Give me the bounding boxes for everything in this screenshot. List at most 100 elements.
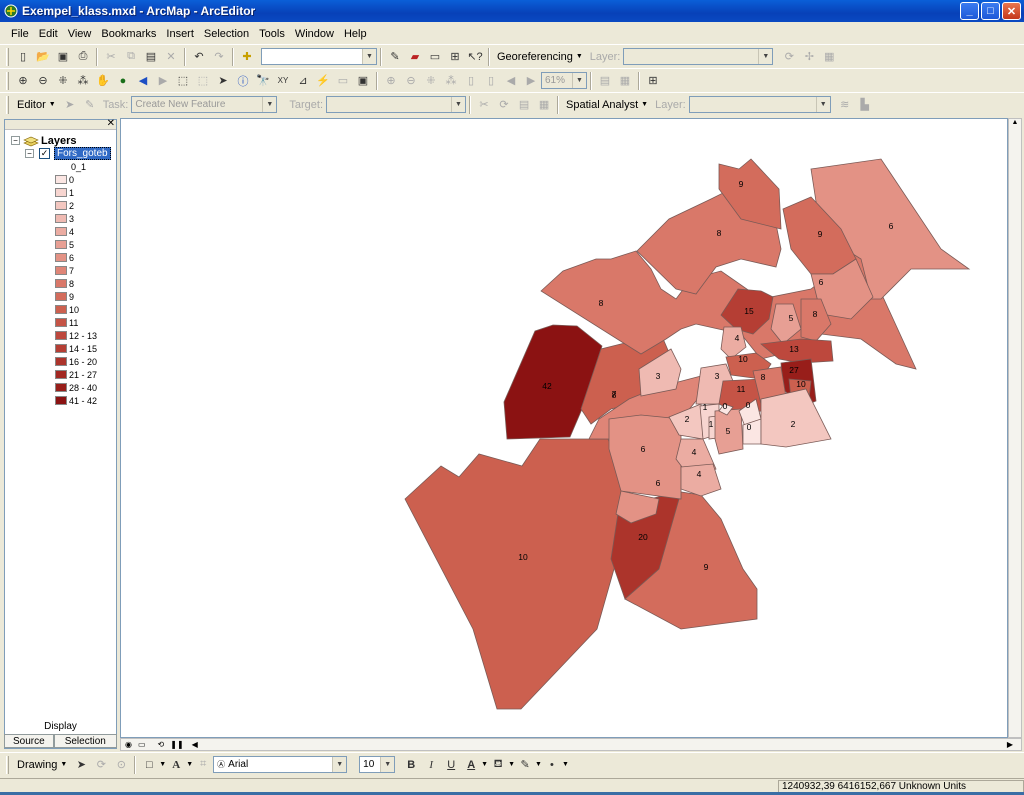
vertical-scrollbar[interactable]: ▲ bbox=[1008, 118, 1022, 738]
data-view-icon[interactable]: ◉ bbox=[125, 740, 132, 749]
layout-zoom-in-icon[interactable]: ⊕ bbox=[381, 71, 401, 91]
new-icon[interactable]: ▯ bbox=[13, 47, 33, 67]
arctoolbox-icon[interactable]: ▰ bbox=[405, 47, 425, 67]
rotate-tool-icon[interactable]: ⟳ bbox=[494, 95, 514, 115]
menu-view[interactable]: View bbox=[63, 28, 97, 40]
maximize-button[interactable]: □ bbox=[981, 2, 1000, 20]
map-view[interactable]: 42 10 20 9 8 8 8 9 6 9 6 7 3 6 6 4 4 15 5 8 13 4 10 3 27 10 11 8 2 1 1… bbox=[120, 118, 1008, 738]
georef-layer-combo[interactable]: ▼ bbox=[623, 48, 774, 65]
cut-icon[interactable]: ✂ bbox=[101, 47, 121, 67]
display-tab[interactable]: Display bbox=[4, 721, 117, 734]
redo-icon[interactable]: ↷ bbox=[209, 47, 229, 67]
legend-item[interactable]: 10 bbox=[5, 303, 116, 316]
menu-file[interactable]: File bbox=[6, 28, 34, 40]
whats-this-icon[interactable]: ↖? bbox=[465, 47, 485, 67]
map-canvas[interactable]: 42102098889696736644155 81341032710118211… bbox=[121, 119, 1008, 738]
menu-edit[interactable]: Edit bbox=[34, 28, 63, 40]
legend-swatch[interactable] bbox=[55, 357, 67, 366]
fill-color-icon[interactable]: ⛾ bbox=[488, 755, 508, 775]
font-size-combo[interactable]: 10 ▼ bbox=[359, 756, 396, 773]
html-popup-icon[interactable]: ▭ bbox=[333, 71, 353, 91]
map-polygon[interactable] bbox=[608, 414, 682, 500]
clear-selection-icon[interactable]: ⬚ bbox=[193, 71, 213, 91]
toc-close-icon[interactable]: ✕ bbox=[107, 118, 115, 129]
georeferencing-menu[interactable]: Georeferencing ▼ bbox=[493, 51, 587, 63]
zoom-100-icon[interactable]: ▯ bbox=[481, 71, 501, 91]
editor-menu[interactable]: Editor ▼ bbox=[13, 99, 60, 111]
legend-item[interactable]: 11 bbox=[5, 316, 116, 329]
map-polygon[interactable] bbox=[760, 388, 832, 448]
menu-tools[interactable]: Tools bbox=[254, 28, 290, 40]
link-table-icon[interactable]: ▦ bbox=[819, 47, 839, 67]
add-data-icon[interactable]: ✚ bbox=[237, 47, 257, 67]
line-color-icon[interactable]: ✎ bbox=[515, 755, 535, 775]
menu-help[interactable]: Help bbox=[339, 28, 372, 40]
italic-icon[interactable]: I bbox=[421, 755, 441, 775]
save-icon[interactable]: ▣ bbox=[53, 47, 73, 67]
full-extent-icon[interactable]: ● bbox=[113, 71, 133, 91]
selection-tab[interactable]: Selection bbox=[53, 734, 117, 748]
zoom-whole-page-icon[interactable]: ▯ bbox=[461, 71, 481, 91]
model-builder-icon[interactable]: ⊞ bbox=[445, 47, 465, 67]
layout-fixed-in-icon[interactable]: ⁜ bbox=[421, 71, 441, 91]
paste-icon[interactable]: ▤ bbox=[141, 47, 161, 67]
spatial-analyst-menu[interactable]: Spatial Analyst ▼ bbox=[562, 99, 652, 111]
select-features-icon[interactable]: ⬚ bbox=[173, 71, 193, 91]
legend-item[interactable]: 4 bbox=[5, 225, 116, 238]
menu-insert[interactable]: Insert bbox=[161, 28, 199, 40]
legend-item[interactable]: 0 bbox=[5, 173, 116, 186]
source-tab[interactable]: Source bbox=[4, 734, 54, 748]
layer-visibility-checkbox[interactable]: ✓ bbox=[39, 148, 50, 159]
legend-item[interactable]: 3 bbox=[5, 212, 116, 225]
horizontal-scrollbar[interactable]: ◉ ▭ ⟲ ❚❚ ◀ ▶ bbox=[120, 738, 1022, 751]
legend-swatch[interactable] bbox=[55, 227, 67, 236]
zoom-out-icon[interactable]: ⊖ bbox=[33, 71, 53, 91]
split-tool-icon[interactable]: ✂ bbox=[474, 95, 494, 115]
command-line-icon[interactable]: ▭ bbox=[425, 47, 445, 67]
layout-back-icon[interactable]: ◀ bbox=[501, 71, 521, 91]
delete-icon[interactable]: ✕ bbox=[161, 47, 181, 67]
select-elements-icon[interactable]: ➤ bbox=[213, 71, 233, 91]
scroll-right-icon[interactable]: ▶ bbox=[1007, 740, 1013, 749]
collapse-icon[interactable]: − bbox=[25, 149, 34, 158]
scroll-left-icon[interactable]: ◀ bbox=[192, 740, 198, 749]
change-layout-icon[interactable]: ⊞ bbox=[643, 71, 663, 91]
map-polygon[interactable] bbox=[503, 324, 603, 440]
legend-item[interactable]: 28 - 40 bbox=[5, 381, 116, 394]
legend-swatch[interactable] bbox=[55, 331, 67, 340]
legend-item[interactable]: 14 - 15 bbox=[5, 342, 116, 355]
legend-swatch[interactable] bbox=[55, 188, 67, 197]
legend-item[interactable]: 9 bbox=[5, 290, 116, 303]
zoom-to-elements-icon[interactable]: ⊙ bbox=[111, 755, 131, 775]
task-combo[interactable]: Create New Feature ▼ bbox=[131, 96, 278, 113]
font-name-combo[interactable]: Ⓐ Arial ▼ bbox=[213, 756, 348, 773]
toolbar-grip[interactable] bbox=[6, 95, 9, 114]
layout-fixed-out-icon[interactable]: ⁂ bbox=[441, 71, 461, 91]
select-elements-icon[interactable]: ➤ bbox=[71, 755, 91, 775]
legend-swatch[interactable] bbox=[55, 201, 67, 210]
legend-item[interactable]: 2 bbox=[5, 199, 116, 212]
measure-icon[interactable]: ⊿ bbox=[293, 71, 313, 91]
legend-swatch[interactable] bbox=[55, 279, 67, 288]
bold-icon[interactable]: B bbox=[401, 755, 421, 775]
legend-item[interactable]: 7 bbox=[5, 264, 116, 277]
control-points-icon[interactable]: ✢ bbox=[799, 47, 819, 67]
rotate-element-icon[interactable]: ⟳ bbox=[91, 755, 111, 775]
identify-icon[interactable]: ⓘ bbox=[233, 71, 253, 91]
collapse-icon[interactable]: − bbox=[11, 136, 20, 145]
legend-item[interactable]: 6 bbox=[5, 251, 116, 264]
layers-row[interactable]: − Layers bbox=[5, 134, 116, 147]
legend-item[interactable]: 1 bbox=[5, 186, 116, 199]
copy-icon[interactable]: ⧉ bbox=[121, 47, 141, 67]
menu-window[interactable]: Window bbox=[290, 28, 339, 40]
toggle-draft-icon[interactable]: ▤ bbox=[595, 71, 615, 91]
sketch-tool-icon[interactable]: ✎ bbox=[80, 95, 100, 115]
legend-swatch[interactable] bbox=[55, 305, 67, 314]
minimize-button[interactable]: _ bbox=[960, 2, 979, 20]
open-icon[interactable]: 📂 bbox=[33, 47, 53, 67]
legend-swatch[interactable] bbox=[55, 175, 67, 184]
undo-icon[interactable]: ↶ bbox=[189, 47, 209, 67]
edit-tool-icon[interactable]: ➤ bbox=[60, 95, 80, 115]
rotate-icon[interactable]: ⟳ bbox=[779, 47, 799, 67]
fixed-zoom-out-icon[interactable]: ⁂ bbox=[73, 71, 93, 91]
